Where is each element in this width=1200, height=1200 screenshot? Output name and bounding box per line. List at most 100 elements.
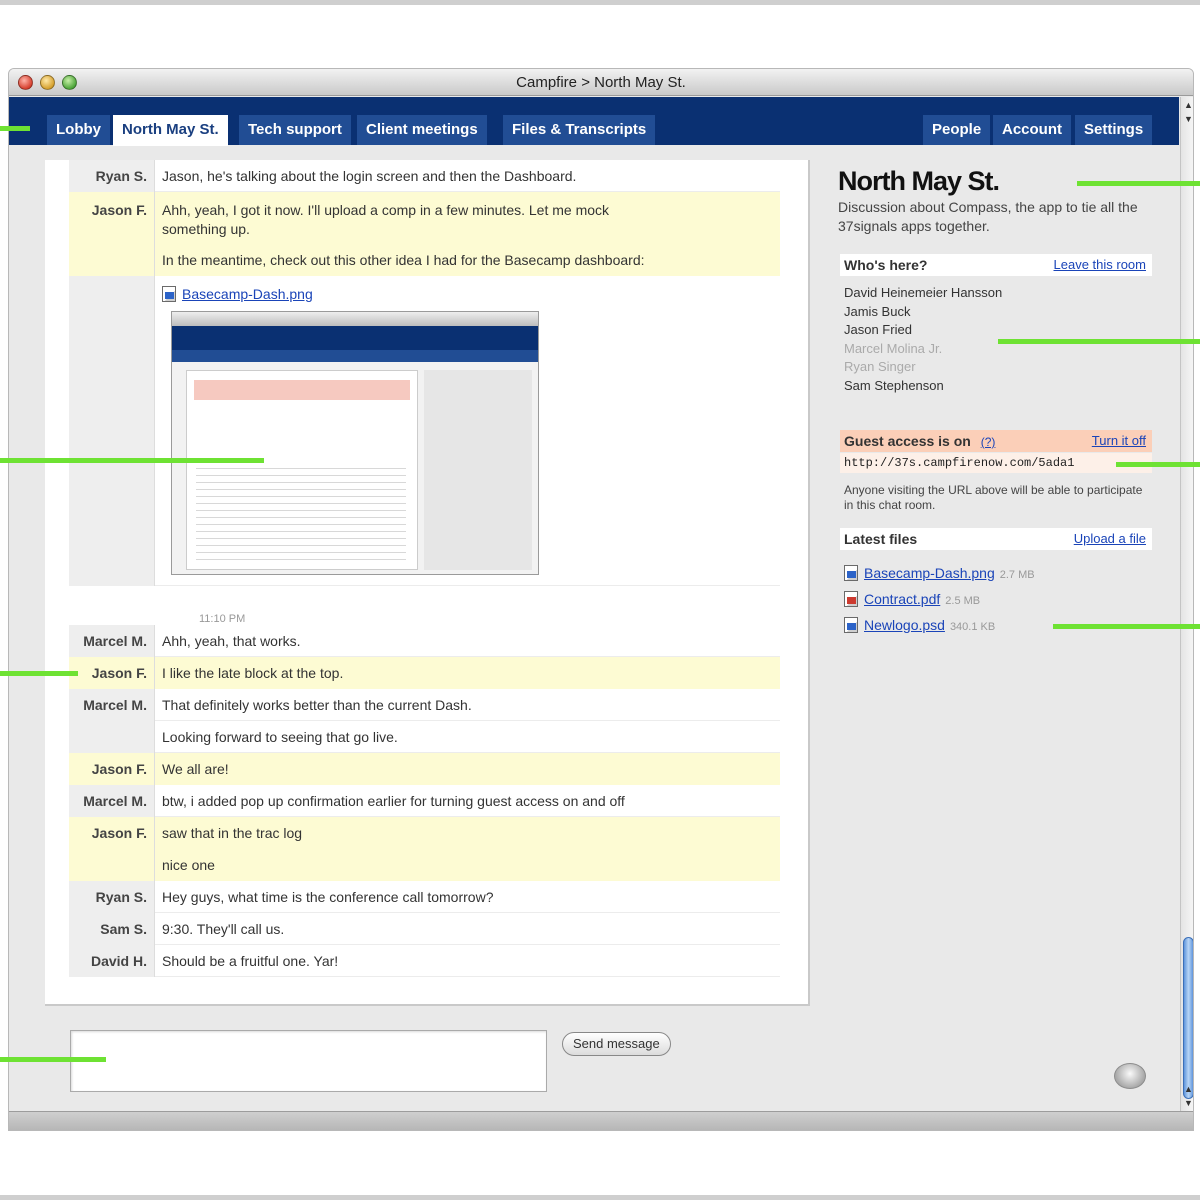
message-input[interactable] [70,1030,547,1092]
send-message-button[interactable]: Send message [562,1032,671,1056]
message-author: David H. [69,945,155,977]
file-list-item: Basecamp-Dash.png 2.7 MB [844,565,1035,581]
callout-marker [0,126,30,131]
turn-off-guest-link[interactable]: Turn it off [1092,430,1146,452]
participant-name: Sam Stephenson [844,378,944,393]
chat-message: Ryan S. Jason, he's talking about the lo… [69,160,780,192]
message-author: Marcel M. [69,689,155,721]
message-text: Jason, he's talking about the login scre… [162,168,577,184]
chat-message: Marcel M. btw, i added pop up confirmati… [69,785,780,817]
tab-people[interactable]: People [923,115,991,145]
guest-access-label: Guest access is on [844,433,971,449]
whos-here-header: Who's here? Leave this room [840,254,1152,276]
sound-toggle-icon[interactable] [1114,1063,1146,1089]
latest-files-header: Latest files Upload a file [840,528,1152,550]
message-timestamp: 11:10 PM [199,613,246,625]
image-file-icon [844,617,858,633]
scroll-thumb[interactable] [1183,937,1193,1099]
message-author: Jason F. [69,753,155,785]
message-text: Should be a fruitful one. Yar! [162,953,339,969]
chat-transcript: Ryan S. Jason, he's talking about the lo… [45,160,810,1006]
message-text: I like the late block at the top. [162,665,344,681]
message-text: Ahh, yeah, I got it now. I'll upload a c… [162,202,610,218]
leave-room-link[interactable]: Leave this room [1054,254,1147,276]
title-bar: Campfire > North May St. [9,69,1193,96]
upload-file-link[interactable]: Upload a file [1074,528,1146,550]
image-file-icon [844,565,858,581]
callout-marker [998,339,1200,344]
tab-account[interactable]: Account [993,115,1071,145]
tab-client-meetings[interactable]: Client meetings [357,115,487,145]
tab-files-transcripts[interactable]: Files & Transcripts [503,115,656,145]
message-text: saw that in the trac log [162,825,303,841]
frame-bottom-border [0,1195,1200,1200]
frame-top-border [0,0,1200,5]
message-author [69,849,155,881]
chat-message: Ryan S. Hey guys, what time is the confe… [69,881,780,913]
callout-marker [1077,181,1200,186]
chat-message: Jason F. We all are! [69,753,780,785]
message-text: Ahh, yeah, that works. [162,633,301,649]
image-file-icon [162,286,176,302]
file-list-item: Newlogo.psd 340.1 KB [844,617,995,633]
guest-access-url[interactable]: http://37s.campfirenow.com/5ada1 [840,453,1152,473]
message-author: Ryan S. [69,881,155,913]
message-author: Sam S. [69,913,155,945]
room-tab-bar: Lobby North May St. Tech support Client … [9,97,1179,146]
tab-north-may-st[interactable]: North May St. [113,115,228,146]
latest-files-label: Latest files [844,531,918,547]
message-author: Marcel M. [69,625,155,657]
callout-marker [1053,624,1200,629]
browser-window: Campfire > North May St. Lobby North May… [8,68,1194,1131]
message-author: Ryan S. [69,160,155,192]
file-link[interactable]: Newlogo.psd [864,617,945,633]
uploaded-image-thumbnail[interactable] [171,311,539,575]
scroll-down-arrow-icon[interactable]: ▼ [1181,113,1193,126]
message-text: btw, i added pop up confirmation earlier… [162,793,625,809]
scroll-down-arrow-icon[interactable]: ▼ [1181,1097,1193,1110]
participant-name: Jamis Buck [844,304,911,319]
message-text: 9:30. They'll call us. [162,921,285,937]
message-author [69,244,155,276]
uploaded-file-link[interactable]: Basecamp-Dash.png [182,286,313,302]
message-author: Jason F. [69,817,155,849]
file-link[interactable]: Contract.pdf [864,591,940,607]
callout-marker [0,671,78,676]
chat-message: Marcel M. That definitely works better t… [69,689,780,721]
message-text: nice one [162,857,215,873]
chat-message: Jason F. saw that in the trac log [69,817,780,849]
message-author: Marcel M. [69,785,155,817]
file-size: 340.1 KB [949,621,996,633]
chat-message: Sam S. 9:30. They'll call us. [69,913,780,945]
chat-upload-message: Basecamp-Dash.png [69,276,780,586]
message-text: Looking forward to seeing that go live. [162,729,398,745]
whos-here-label: Who's here? [844,257,928,273]
tab-settings[interactable]: Settings [1075,115,1153,145]
callout-marker [0,458,264,463]
window-title: Campfire > North May St. [516,74,686,91]
file-link[interactable]: Basecamp-Dash.png [864,565,995,581]
file-size: 2.5 MB [945,595,981,607]
file-size: 2.7 MB [999,569,1035,581]
message-author: Jason F. [69,657,155,689]
vertical-scrollbar[interactable]: ▲ ▼ ▲ ▼ [1180,97,1193,1111]
message-text: In the meantime, check out this other id… [162,252,645,268]
room-title: North May St. [838,166,1000,196]
callout-marker [0,1057,106,1062]
participant-name: Jason Fried [844,322,912,337]
chat-message: David H. Should be a fruitful one. Yar! [69,945,780,977]
message-text: Hey guys, what time is the conference ca… [162,889,494,905]
tab-lobby[interactable]: Lobby [47,115,110,145]
pdf-file-icon [844,591,858,607]
scroll-up-arrow-icon[interactable]: ▲ [1181,99,1193,112]
guest-help-link[interactable]: (?) [981,435,996,449]
scroll-up-arrow-icon[interactable]: ▲ [1181,1083,1193,1096]
file-list-item: Contract.pdf 2.5 MB [844,591,980,607]
participant-name: David Heinemeier Hansson [844,285,1003,300]
message-author: Jason F. [69,192,155,244]
chat-message: Marcel M. Ahh, yeah, that works. [69,625,780,657]
window-status-bar [9,1111,1193,1130]
chat-message: Jason F. I like the late block at the to… [69,657,780,689]
chat-message: Looking forward to seeing that go live. [69,721,780,753]
tab-tech-support[interactable]: Tech support [239,115,351,145]
